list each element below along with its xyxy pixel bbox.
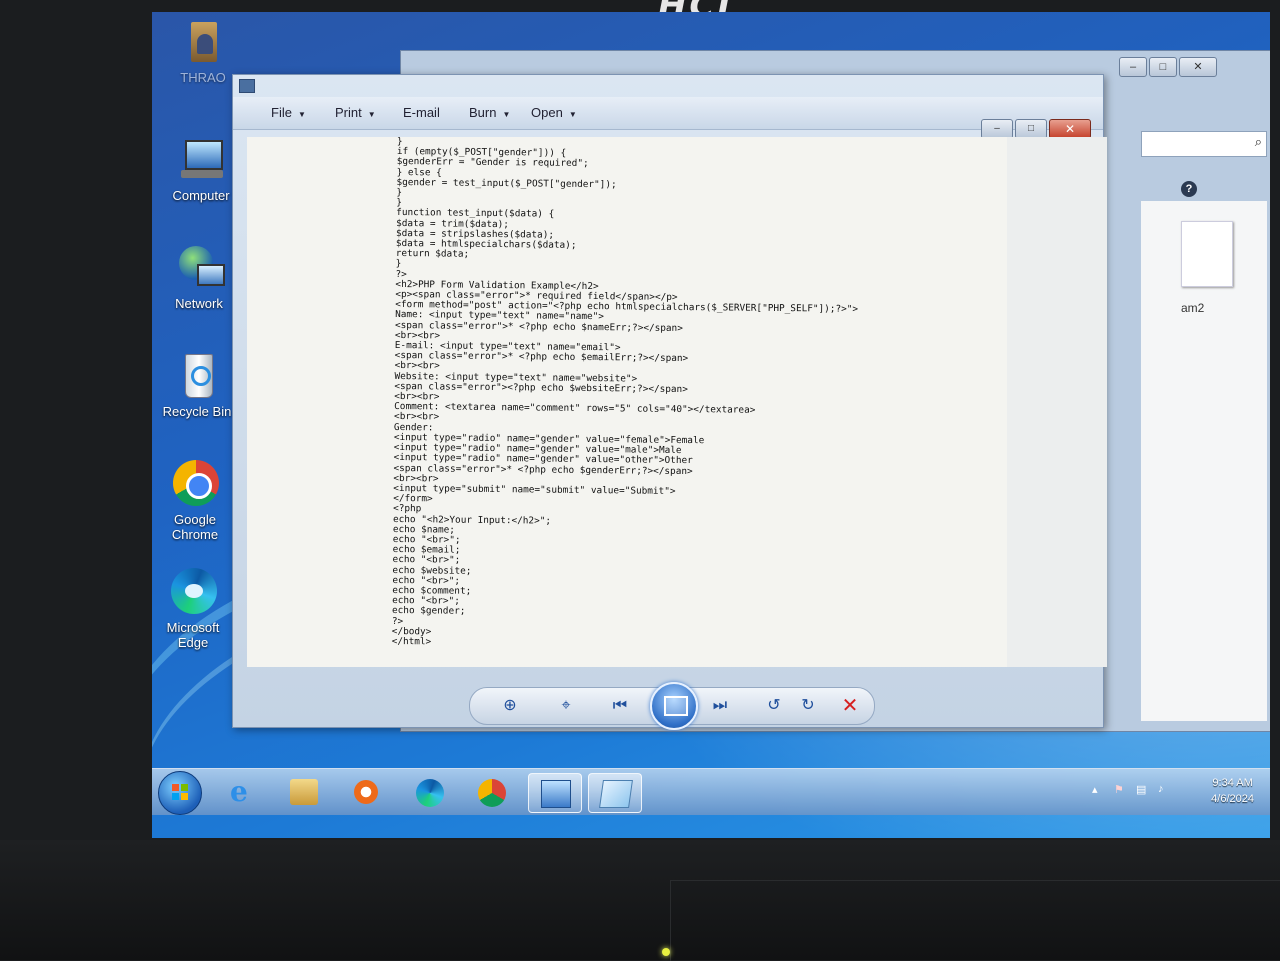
viewer-control-bar: ⊕ ⌖ ⏮ ⏭ ↺ ↻ ✕ xyxy=(469,682,875,730)
desktop-icon-label: Google Chrome xyxy=(171,512,219,542)
user-folder-icon xyxy=(179,18,227,66)
previous-icon[interactable]: ⏮ xyxy=(608,694,632,718)
system-clock[interactable]: 9:34 AM 4/6/2024 xyxy=(1211,775,1254,807)
desktop-icon-label: Recycle Bin xyxy=(162,404,232,419)
taskbar: e ▴ ⚑ ▤ ♪ 9:34 AM 4/6/2024 xyxy=(152,768,1270,815)
taskbar-photo-viewer[interactable] xyxy=(528,773,582,813)
menu-bar: File ▼ Print ▼ E-mail Burn ▼ Open ▼ xyxy=(233,97,1103,130)
recycle-bin-icon xyxy=(173,352,221,400)
monitor-bezel xyxy=(0,840,1280,961)
canvas-margin xyxy=(1007,137,1107,667)
zoom-icon[interactable]: ⊕ xyxy=(498,694,522,718)
taskbar-notepad[interactable] xyxy=(588,773,642,813)
taskbar-media-player[interactable] xyxy=(340,773,392,811)
menu-email[interactable]: E-mail xyxy=(403,105,440,120)
title-bar[interactable] xyxy=(233,75,1103,97)
notepad-icon xyxy=(599,780,633,808)
help-icon[interactable]: ? xyxy=(1181,181,1197,197)
maximize-button[interactable]: □ xyxy=(1015,119,1047,139)
code-image-text: } if (empty($_POST["gender"])) {$genderEr… xyxy=(392,137,997,663)
show-hidden-icons-icon[interactable]: ▴ xyxy=(1092,783,1106,797)
minimize-button[interactable]: – xyxy=(981,119,1013,139)
edge-icon xyxy=(169,568,217,616)
chevron-down-icon: ▼ xyxy=(367,110,376,119)
menu-print[interactable]: Print ▼ xyxy=(335,105,376,120)
folder-icon xyxy=(290,779,318,805)
clock-time: 9:34 AM xyxy=(1212,777,1253,789)
delete-icon[interactable]: ✕ xyxy=(838,694,862,718)
close-button[interactable]: ✕ xyxy=(1179,57,1217,77)
search-icon: ⌕ xyxy=(1254,134,1262,149)
taskbar-microsoft-edge[interactable] xyxy=(404,773,456,811)
slideshow-icon xyxy=(664,696,688,716)
windows-logo-icon xyxy=(172,784,188,800)
action-center-icon[interactable]: ⚑ xyxy=(1114,783,1128,797)
close-button[interactable]: ✕ xyxy=(1049,119,1091,139)
chrome-icon xyxy=(171,460,219,508)
menu-open[interactable]: Open ▼ xyxy=(531,105,577,120)
search-input[interactable]: ⌕ xyxy=(1141,131,1267,157)
rotate-left-icon[interactable]: ↺ xyxy=(762,694,786,718)
photo-viewer-app-icon xyxy=(239,79,255,93)
media-player-icon xyxy=(354,780,378,804)
desktop-icon-network[interactable]: Network xyxy=(154,244,244,311)
start-button[interactable] xyxy=(158,771,202,815)
chrome-icon xyxy=(478,779,506,807)
maximize-button[interactable]: □ xyxy=(1149,57,1177,77)
slideshow-button[interactable] xyxy=(650,682,698,730)
rotate-right-icon[interactable]: ↻ xyxy=(796,694,820,718)
menu-burn[interactable]: Burn ▼ xyxy=(469,105,510,120)
clock-date: 4/6/2024 xyxy=(1211,793,1254,805)
minimize-button[interactable]: – xyxy=(1119,57,1147,77)
photo-viewer-window[interactable]: File▼ Print▼ E-mail Burn▼ Open▼ – □ ✕ ? … xyxy=(232,74,1107,730)
desktop-icon-label: Microsoft Edge xyxy=(166,620,220,650)
desktop-icon-label: Network xyxy=(175,296,223,311)
network-icon xyxy=(175,244,225,292)
taskbar-file-explorer[interactable] xyxy=(278,773,330,811)
photo-viewer-icon xyxy=(541,780,571,808)
image-canvas[interactable]: } if (empty($_POST["gender"])) {$genderEr… xyxy=(247,137,1107,667)
internet-explorer-icon: e xyxy=(230,775,248,808)
menu-file[interactable]: File ▼ xyxy=(271,105,306,120)
computer-icon xyxy=(177,136,225,184)
chevron-down-icon: ▼ xyxy=(568,110,577,119)
document-thumbnail-icon[interactable] xyxy=(1181,221,1233,287)
desktop-icon-microsoft-edge[interactable]: Microsoft Edge xyxy=(152,568,238,650)
taskbar-internet-explorer[interactable]: e xyxy=(218,773,270,811)
power-indicator-light xyxy=(662,948,670,956)
edge-icon xyxy=(416,779,444,807)
desktop-icon-google-chrome[interactable]: Google Chrome xyxy=(152,460,240,542)
volume-icon[interactable]: ♪ xyxy=(1158,783,1172,797)
desktop-icon-recycle-bin[interactable]: Recycle Bin xyxy=(152,352,242,419)
network-status-icon[interactable]: ▤ xyxy=(1136,783,1150,797)
taskbar-google-chrome[interactable] xyxy=(466,773,518,811)
chevron-down-icon: ▼ xyxy=(297,110,306,119)
file-name-label: am2 xyxy=(1181,301,1205,315)
chevron-down-icon: ▼ xyxy=(502,110,511,119)
system-tray: ▴ ⚑ ▤ ♪ 9:34 AM 4/6/2024 xyxy=(1080,769,1260,815)
next-icon[interactable]: ⏭ xyxy=(708,694,732,718)
desktop: THRAO Computer Network Recycle Bin Googl… xyxy=(152,12,1270,838)
actual-size-icon[interactable]: ⌖ xyxy=(554,694,578,718)
